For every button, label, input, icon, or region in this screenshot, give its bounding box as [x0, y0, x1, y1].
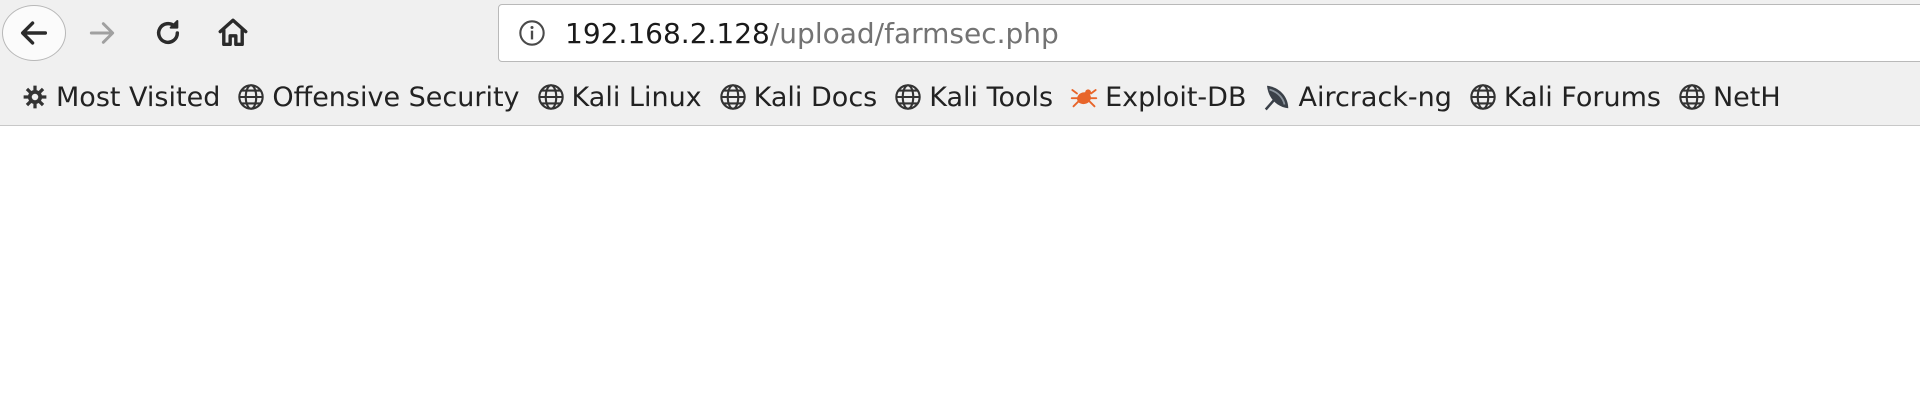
bug-icon — [1069, 82, 1099, 112]
globe-icon — [1677, 82, 1707, 112]
back-button[interactable] — [2, 5, 66, 61]
bookmark-exploit-db[interactable]: Exploit-DB — [1063, 75, 1252, 119]
bookmark-label: Kali Linux — [571, 81, 702, 113]
reload-icon — [156, 20, 180, 45]
bookmark-kali-forums[interactable]: Kali Forums — [1462, 75, 1667, 119]
bookmark-label: NetH — [1712, 81, 1781, 113]
globe-icon — [893, 82, 923, 112]
url-text[interactable]: 192.168.2.128/upload/farmsec.php — [565, 17, 1059, 50]
url-path: /upload/farmsec.php — [769, 16, 1059, 50]
browser-window: 192.168.2.128/upload/farmsec.php Most Vi… — [0, 0, 1920, 401]
url-bar[interactable]: 192.168.2.128/upload/farmsec.php — [498, 4, 1920, 62]
forward-arrow-icon — [89, 22, 115, 44]
bookmark-label: Kali Docs — [753, 81, 878, 113]
bookmark-neth[interactable]: NetH — [1671, 75, 1787, 119]
gear-icon — [20, 82, 50, 112]
globe-icon — [236, 82, 266, 112]
bookmark-label: Kali Tools — [929, 81, 1054, 113]
home-icon — [218, 18, 248, 47]
globe-icon — [536, 82, 566, 112]
navigation-toolbar: 192.168.2.128/upload/farmsec.php — [0, 0, 1920, 66]
bookmark-label: Kali Forums — [1503, 81, 1661, 113]
bookmark-most-visited[interactable]: Most Visited — [14, 75, 226, 119]
bookmarks-toolbar: Most Visited Offensive Security Kali Lin… — [0, 72, 1920, 122]
bookmark-label: Offensive Security — [272, 81, 520, 113]
bookmark-offensive-security[interactable]: Offensive Security — [230, 75, 525, 119]
globe-icon — [1468, 82, 1498, 112]
reload-button[interactable] — [144, 11, 192, 55]
page-content — [0, 126, 1920, 401]
globe-icon — [718, 82, 748, 112]
forward-button[interactable] — [78, 11, 126, 55]
bookmark-kali-tools[interactable]: Kali Tools — [887, 75, 1059, 119]
bookmark-label: Aircrack-ng — [1298, 81, 1452, 113]
info-icon[interactable] — [517, 18, 547, 48]
bookmark-label: Exploit-DB — [1105, 81, 1247, 113]
home-button[interactable] — [209, 11, 257, 55]
bookmark-kali-linux[interactable]: Kali Linux — [530, 75, 708, 119]
bookmark-aircrack-ng[interactable]: Aircrack-ng — [1256, 75, 1457, 119]
url-host: 192.168.2.128 — [565, 16, 770, 50]
browser-chrome: 192.168.2.128/upload/farmsec.php Most Vi… — [0, 0, 1920, 126]
back-arrow-icon — [20, 21, 48, 45]
bookmark-kali-docs[interactable]: Kali Docs — [712, 75, 884, 119]
satellite-dish-icon — [1262, 82, 1292, 112]
bookmark-label: Most Visited — [56, 81, 221, 113]
